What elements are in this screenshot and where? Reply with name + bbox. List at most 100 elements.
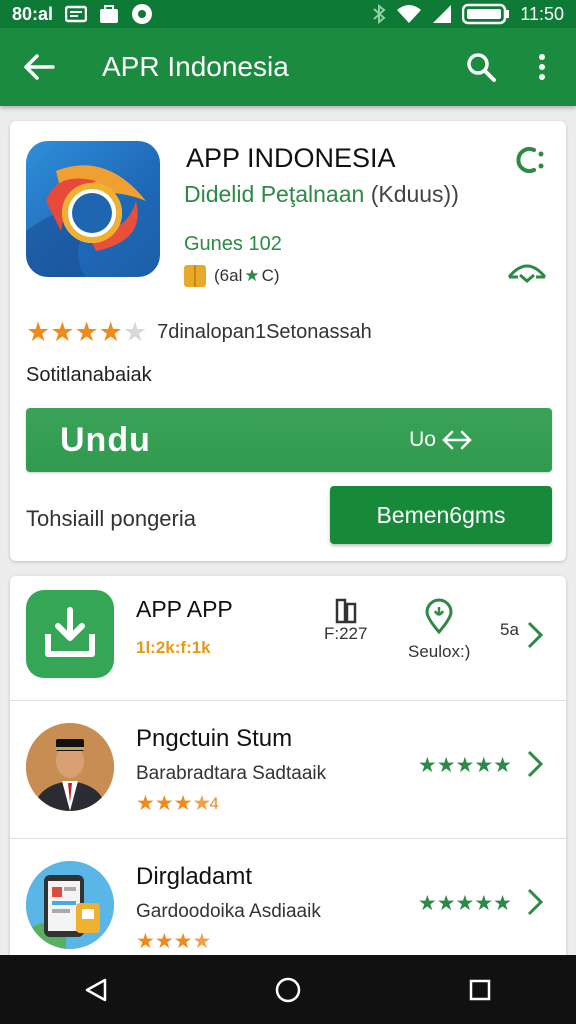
- details-link[interactable]: Tohsiaill pongeria: [26, 506, 196, 532]
- star-icon: ★: [74, 317, 99, 347]
- app-logo-icon: [26, 141, 160, 277]
- content-rating-suffix: C): [261, 266, 280, 285]
- back-arrow-icon: [24, 54, 55, 80]
- star-empty-icon: ★: [122, 317, 148, 347]
- chevron-right-icon[interactable]: [526, 749, 544, 779]
- battery-icon: [462, 3, 510, 25]
- install-size: Uo: [409, 428, 474, 452]
- more-stat-value: 5a: [500, 620, 519, 639]
- more-options-button[interactable]: [522, 40, 562, 94]
- wishlist-button[interactable]: [506, 259, 548, 287]
- star-icon: ★: [474, 892, 494, 915]
- green-rating-stars: ★ ★ ★ ★ ★: [418, 891, 512, 916]
- chevron-right-icon[interactable]: [526, 887, 544, 917]
- star-icon: ★: [455, 754, 475, 777]
- developer-suffix: (Kduus)): [370, 181, 459, 207]
- size-stat: F:227: [324, 598, 367, 644]
- star-icon: ★: [154, 930, 174, 953]
- star-icon: ★: [26, 317, 51, 347]
- wishlist-icon: [507, 264, 547, 283]
- more-stat: 5a: [500, 620, 519, 640]
- developer-label: Didelid Peţalnaan: [184, 181, 365, 207]
- more-vert-icon: [539, 54, 545, 80]
- badge-star-icon: ★: [244, 266, 260, 285]
- chevron-right-icon[interactable]: [526, 620, 544, 650]
- app-summary: Sotitlanabaiak: [26, 364, 152, 386]
- media-icon: [131, 3, 153, 25]
- star-icon: ★: [173, 930, 193, 953]
- downloads-label: Seulox:): [408, 642, 471, 661]
- app-bar: APR Indonesia: [0, 28, 576, 106]
- nav-home-button[interactable]: [258, 960, 318, 1020]
- bluetooth-icon: [372, 4, 386, 24]
- content-rating: (6al ★ C): [184, 265, 280, 287]
- back-button[interactable]: [0, 28, 78, 106]
- home-circle-icon: [275, 977, 301, 1002]
- open-arrow-icon: [442, 430, 472, 450]
- star-icon: ★: [173, 792, 193, 815]
- location-icon: [425, 598, 453, 634]
- item-title: APP APP: [136, 596, 233, 622]
- download-app-icon: [26, 590, 114, 678]
- item-rating-stars: ★ ★ ★ ★: [136, 931, 211, 952]
- star-icon: ★: [474, 754, 494, 777]
- status-time: 11:50: [520, 3, 564, 24]
- secondary-action-button[interactable]: Bemen6gms: [330, 486, 552, 544]
- star-icon: ★: [192, 930, 212, 953]
- downloads-stat: Seulox:): [408, 598, 470, 662]
- list-item[interactable]: APP APP 1l:2k:f:1k F:227 Seulox:) 5a: [10, 576, 566, 701]
- search-icon: [467, 53, 496, 82]
- app-rating-stars: ★ ★ ★ ★ ★ 7dinalopan1Setonassah: [26, 319, 372, 346]
- star-icon: ★: [436, 754, 456, 777]
- item-description: Barabradtara Sadtaaik: [136, 763, 327, 784]
- star-icon: ★: [136, 930, 155, 953]
- nav-back-button[interactable]: [66, 960, 126, 1020]
- review-count-text: 7dinalopan1Setonassah: [157, 321, 372, 343]
- share-button[interactable]: [512, 143, 546, 177]
- item-description: Gardoodoika Asdiaaik: [136, 901, 321, 922]
- avatar: [26, 723, 114, 811]
- nav-recents-button[interactable]: [450, 960, 510, 1020]
- status-bar: 80:al 11:50: [0, 0, 576, 28]
- system-nav-bar: [0, 955, 576, 1024]
- star-icon: ★: [154, 792, 174, 815]
- share-icon: [516, 147, 544, 173]
- status-left-text: 80:al: [12, 3, 54, 24]
- box-icon: [184, 265, 206, 287]
- install-button[interactable]: Undu Uo: [26, 408, 552, 472]
- size-value: F:227: [324, 624, 368, 643]
- star-icon: ★: [417, 754, 437, 777]
- related-apps-list: APP APP 1l:2k:f:1k F:227 Seulox:) 5a Png…: [10, 576, 566, 976]
- item-rating-stars: ★ ★ ★ ★ 4: [136, 793, 219, 814]
- shop-icon: [99, 4, 119, 24]
- star-icon: ★: [436, 892, 456, 915]
- wifi-icon: [396, 4, 422, 24]
- install-label: Undu: [60, 420, 151, 459]
- item-subtitle: 1l:2k:f:1k: [136, 638, 211, 657]
- app-genre[interactable]: Gunes 102: [184, 233, 282, 256]
- list-item[interactable]: Pngctuin Stum Barabradtara Sadtaaik ★ ★ …: [10, 701, 566, 839]
- content-rating-text: (6al: [214, 266, 243, 285]
- app-detail-card: APP INDONESIA Didelid Peţalnaan (Kduus))…: [10, 121, 566, 561]
- recents-square-icon: [469, 979, 491, 1000]
- green-rating-stars: ★ ★ ★ ★ ★: [418, 753, 512, 778]
- item-title: Pngctuin Stum: [136, 725, 293, 752]
- device-app-icon: [26, 861, 114, 949]
- star-icon: ★: [192, 792, 212, 815]
- app-name: APP INDONESIA: [186, 143, 396, 173]
- star-icon: ★: [455, 892, 475, 915]
- star-icon: ★: [50, 317, 75, 347]
- star-icon: ★: [98, 317, 123, 347]
- star-icon: ★: [417, 892, 437, 915]
- size-icon: [335, 598, 356, 624]
- item-title: Dirgladamt: [136, 863, 253, 890]
- search-button[interactable]: [454, 40, 508, 94]
- star-icon: ★: [136, 792, 155, 815]
- notification-icon: [65, 5, 88, 23]
- developer-name[interactable]: Didelid Peţalnaan (Kduus)): [184, 181, 459, 208]
- star-icon: ★: [493, 892, 512, 915]
- back-triangle-icon: [85, 978, 107, 1001]
- star-icon: ★: [493, 754, 512, 777]
- page-title: APR Indonesia: [102, 51, 289, 82]
- install-size-text: Uo: [409, 428, 436, 451]
